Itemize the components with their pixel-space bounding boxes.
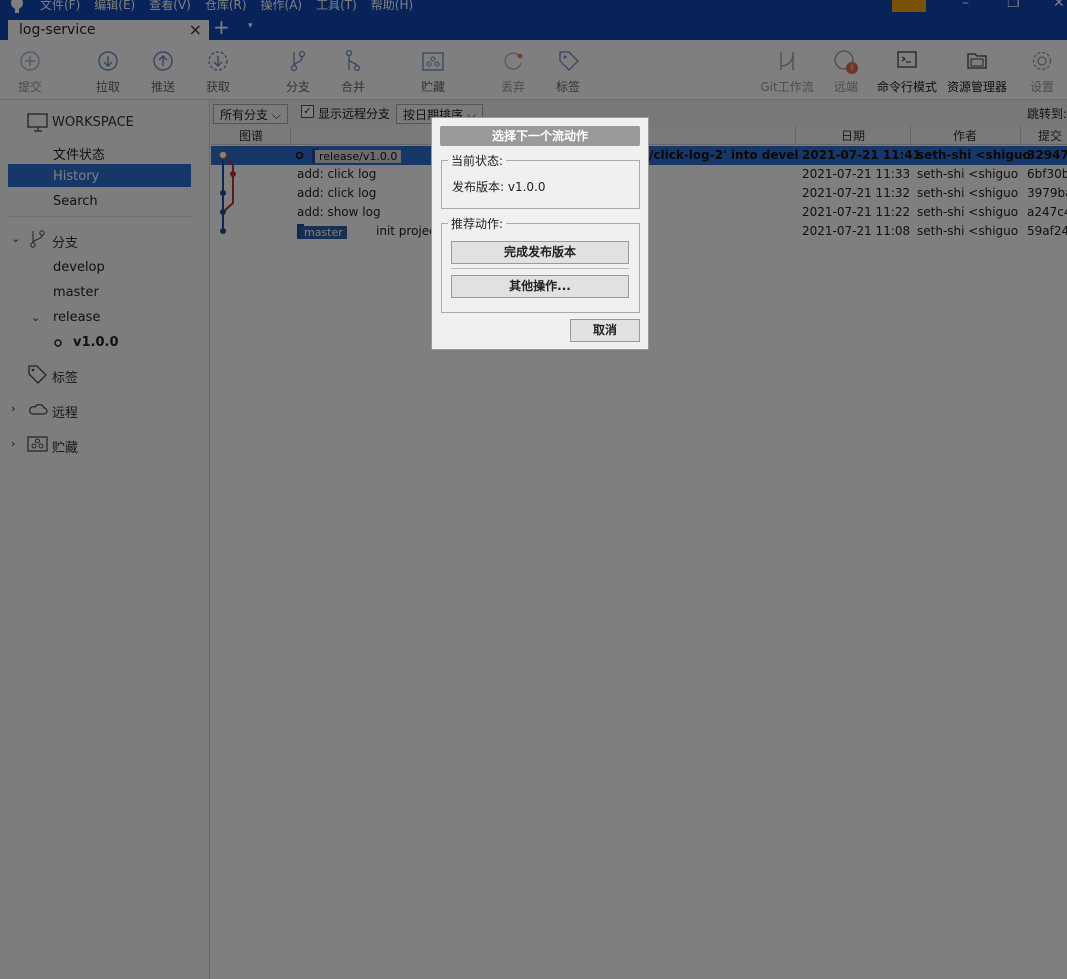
finish-release-button[interactable]: 完成发布版本	[451, 241, 629, 264]
current-state-label: 当前状态:	[448, 152, 507, 169]
current-state-group: 当前状态: 发布版本: v1.0.0	[441, 152, 640, 209]
other-actions-button[interactable]: 其他操作...	[451, 275, 629, 298]
current-state-value: 发布版本: v1.0.0	[452, 180, 546, 194]
dialog-divider	[451, 268, 629, 269]
gitflow-next-action-dialog: 选择下一个流动作 当前状态: 发布版本: v1.0.0 推荐动作: 完成发布版本…	[431, 117, 649, 350]
cancel-button[interactable]: 取消	[570, 319, 640, 342]
dialog-title: 选择下一个流动作	[440, 126, 640, 146]
recommended-action-label: 推荐动作:	[448, 215, 507, 232]
